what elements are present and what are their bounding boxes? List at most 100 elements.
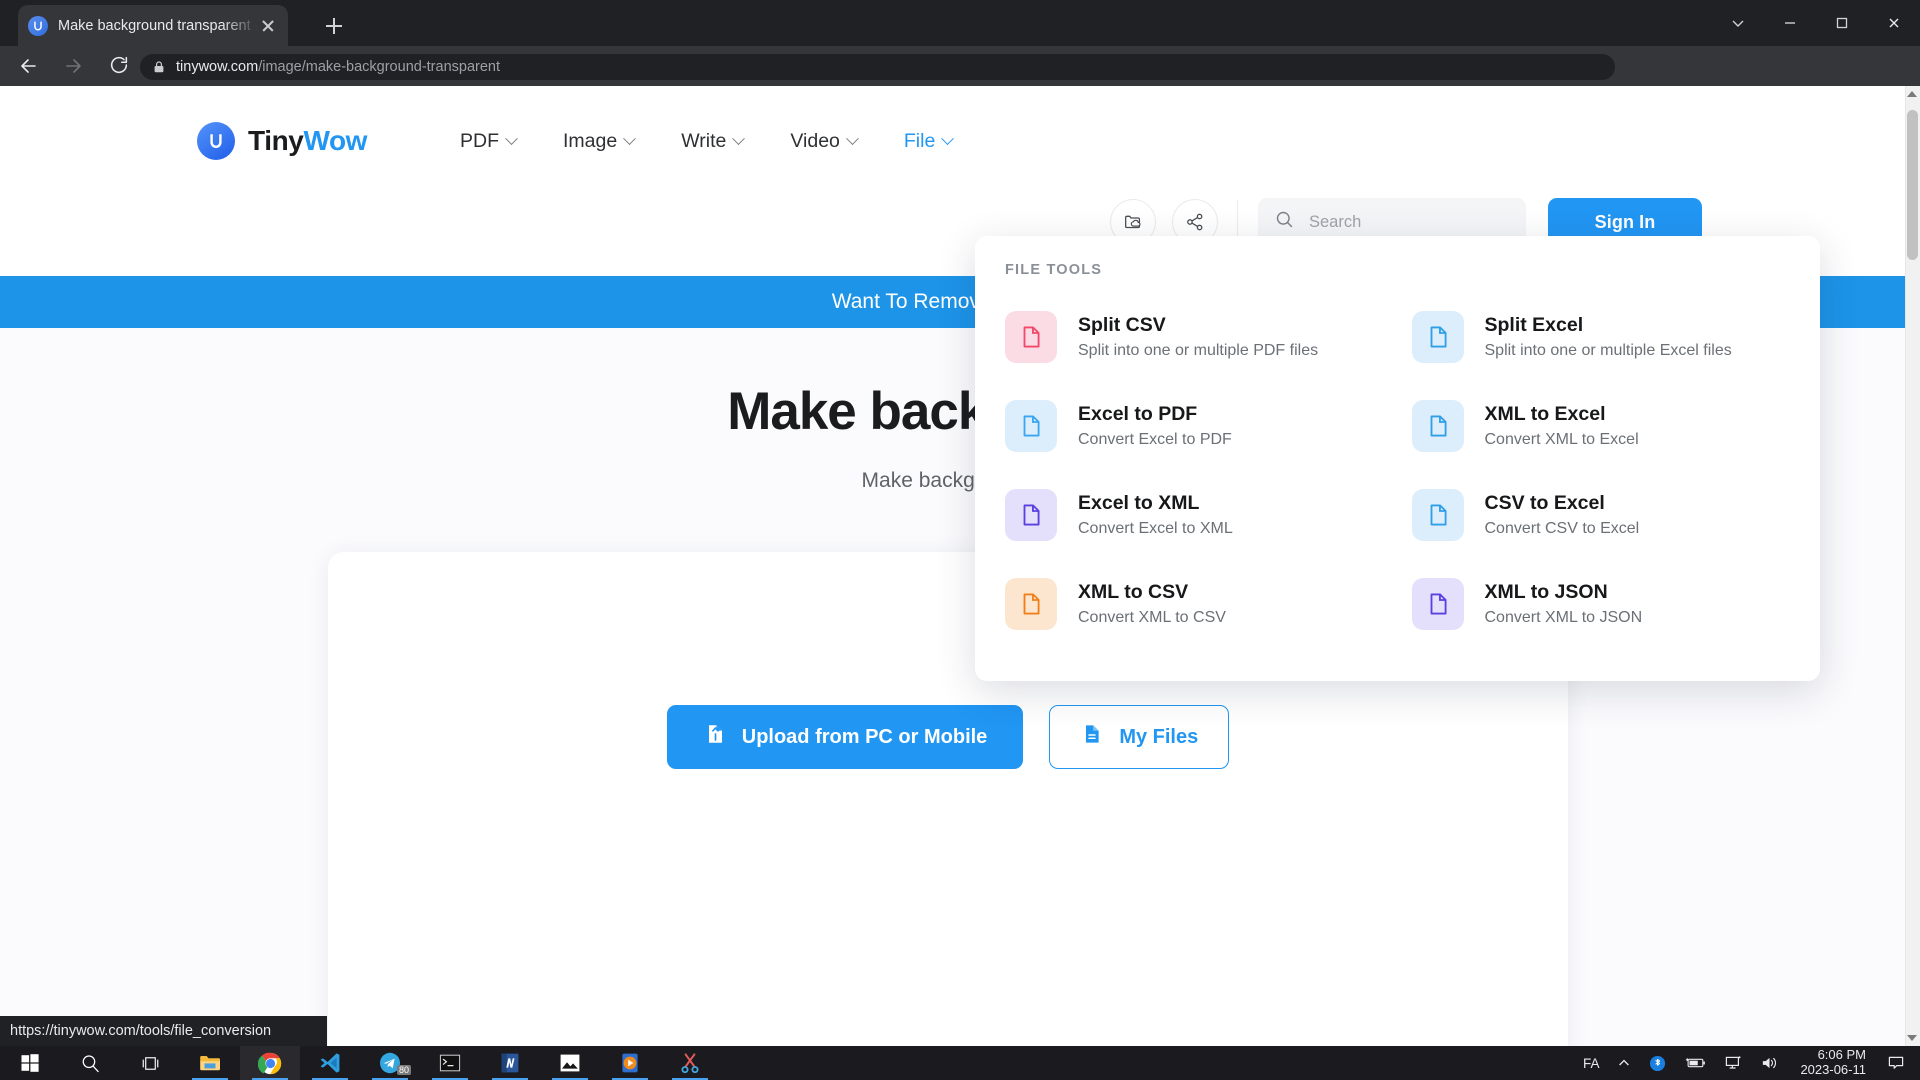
nav-item-write[interactable]: Write (681, 130, 746, 153)
minimize-icon[interactable] (1764, 0, 1816, 46)
chevron-down-icon (505, 131, 518, 145)
reload-icon[interactable] (108, 54, 132, 78)
upload-button-label: Upload from PC or Mobile (741, 725, 988, 748)
taskbar-photos[interactable] (540, 1046, 600, 1080)
taskbar-search-button[interactable] (60, 1046, 120, 1080)
task-view-icon (142, 1056, 158, 1070)
nav-label: File (903, 129, 936, 152)
browser-toolbar: tinywow.com/image/make-background-transp… (0, 46, 1920, 127)
dropdown-item-excel-to-xml[interactable]: Excel to XML Convert Excel to XML (1005, 470, 1384, 559)
maximize-icon[interactable] (1816, 0, 1868, 46)
nav-item-file[interactable]: File (903, 129, 955, 153)
scroll-up-icon[interactable] (1907, 91, 1917, 97)
taskbar-items: 80 (0, 1046, 720, 1080)
my-files-label: My Files (1119, 725, 1199, 748)
cloud-folder-icon (1125, 215, 1141, 229)
close-window-icon[interactable] (1868, 0, 1920, 46)
media-player-icon (622, 1053, 638, 1073)
taskbar-telegram[interactable]: 80 (360, 1046, 420, 1080)
item-description: Convert Excel to XML (1078, 519, 1233, 537)
item-title: Excel to PDF (1078, 402, 1198, 425)
photos-icon (560, 1054, 580, 1072)
notifications-icon[interactable] (1878, 1046, 1914, 1080)
my-files-button[interactable]: My Files (1049, 705, 1230, 769)
nav-item-image[interactable]: Image (563, 129, 637, 153)
search-icon (1274, 209, 1295, 235)
my-files-icon (1080, 722, 1104, 752)
file-icon (1005, 399, 1057, 452)
dropdown-item-csv-to-excel[interactable]: CSV to Excel Convert CSV to Excel (1411, 470, 1791, 559)
window-controls (1712, 0, 1920, 46)
dropdown-item-xml-to-json[interactable]: XML to JSON Convert XML to JSON (1411, 559, 1791, 648)
tinywow-favicon-icon (28, 15, 48, 36)
clock[interactable]: 6:06 PM 2023-06-11 (1788, 1046, 1878, 1080)
close-tab-icon[interactable] (258, 16, 278, 36)
search-input[interactable]: Search (1309, 213, 1361, 232)
nav-label: PDF (460, 129, 499, 152)
taskbar-file-explorer[interactable] (180, 1046, 240, 1080)
item-description: Split into one or multiple Excel files (1484, 341, 1732, 359)
file-icon (1005, 577, 1057, 630)
scissors-icon (681, 1053, 699, 1074)
windows-taskbar: 80 FA 6:06 PM 2023-06-11 (0, 1046, 1920, 1080)
file-icon (1411, 488, 1464, 541)
main-navigation: PDF Image Write Video File (460, 122, 955, 160)
item-title: CSV to Excel (1484, 491, 1605, 514)
new-tab-icon[interactable] (320, 12, 348, 40)
language-label: FA (1582, 1055, 1600, 1071)
share-icon (1187, 213, 1203, 231)
taskbar-google-chrome[interactable] (240, 1046, 300, 1080)
dropdown-items-grid: Split CSV Split into one or multiple PDF… (1005, 292, 1790, 648)
page-scrollbar[interactable] (1905, 86, 1920, 1046)
show-hidden-icons-chevron-icon[interactable] (1608, 1046, 1640, 1080)
file-icon (1005, 310, 1057, 363)
file-icon (1411, 577, 1464, 630)
battery-charging-icon[interactable] (1675, 1046, 1715, 1080)
chrome-icon (257, 1052, 281, 1074)
file-icon (1411, 399, 1464, 452)
dropdown-item-split-excel[interactable]: Split Excel Split into one or multiple E… (1411, 292, 1791, 381)
taskbar-snipping-tool[interactable] (660, 1046, 720, 1080)
clock-date: 2023-06-11 (1800, 1062, 1866, 1077)
url-text: tinywow.com/image/make-background-transp… (176, 59, 500, 75)
site-header: TinyWow PDF Image Write Video File Searc… (0, 86, 1905, 247)
taskbar-terminal[interactable] (420, 1046, 480, 1080)
telegram-badge: 80 (396, 1065, 411, 1075)
item-title: Split Excel (1484, 313, 1584, 336)
address-bar[interactable]: tinywow.com/image/make-background-transp… (140, 54, 1615, 80)
dropdown-item-split-csv[interactable]: Split CSV Split into one or multiple PDF… (1005, 292, 1384, 381)
dropdown-item-xml-to-excel[interactable]: XML to Excel Convert XML to Excel (1411, 381, 1791, 470)
logo-text: TinyWow (248, 125, 368, 156)
nav-item-pdf[interactable]: PDF (460, 129, 518, 153)
upload-from-pc-button[interactable]: Upload from PC or Mobile (666, 705, 1024, 769)
taskbar-microsoft-word[interactable] (480, 1046, 540, 1080)
chevron-down-icon (941, 131, 955, 145)
status-bar: https://tinywow.com/tools/file_conversio… (0, 1016, 327, 1046)
taskbar-start-button[interactable] (0, 1046, 60, 1080)
bluetooth-icon[interactable] (1640, 1046, 1675, 1080)
dropdown-item-excel-to-pdf[interactable]: Excel to PDF Convert Excel to PDF (1005, 381, 1384, 470)
network-icon[interactable] (1715, 1046, 1751, 1080)
taskbar-vs-code[interactable] (300, 1046, 360, 1080)
item-title: XML to CSV (1078, 580, 1189, 603)
nav-item-video[interactable]: Video (790, 130, 859, 153)
vscode-icon (320, 1053, 340, 1073)
back-icon[interactable] (16, 54, 40, 78)
taskbar-media-player[interactable] (600, 1046, 660, 1080)
chrome-browser-window: Make background transparent - T tinywow.… (0, 0, 1920, 1046)
tab-strip: Make background transparent - T (0, 0, 1920, 46)
dropzone-actions: Upload from PC or Mobile My Files (328, 705, 1568, 769)
system-tray: FA 6:06 PM 2023-06-11 (1574, 1046, 1920, 1080)
upload-file-icon (703, 722, 727, 752)
taskbar-task-view-button[interactable] (120, 1046, 180, 1080)
nav-label: Image (563, 129, 618, 152)
tinywow-logo[interactable]: TinyWow (197, 122, 367, 160)
windows-logo-icon (21, 1054, 39, 1072)
scrollbar-thumb[interactable] (1907, 110, 1918, 260)
volume-icon[interactable] (1751, 1046, 1788, 1080)
language-indicator[interactable]: FA (1574, 1046, 1609, 1080)
tab-search-chevron-icon[interactable] (1712, 0, 1764, 46)
dropdown-item-xml-to-csv[interactable]: XML to CSV Convert XML to CSV (1005, 559, 1384, 648)
scroll-down-icon[interactable] (1907, 1035, 1917, 1041)
browser-tab[interactable]: Make background transparent - T (18, 5, 288, 46)
